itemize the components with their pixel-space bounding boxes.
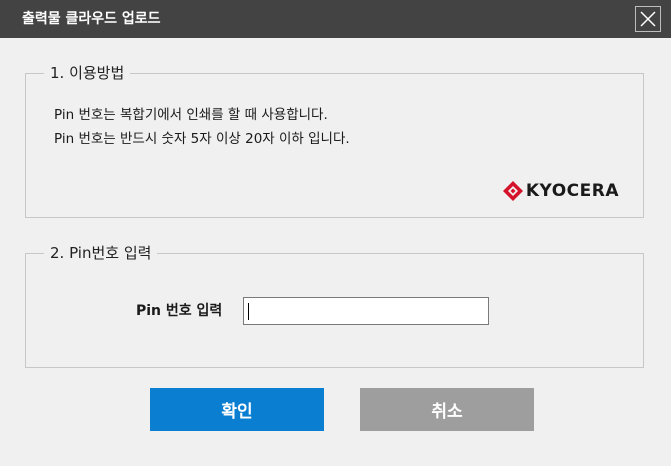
logo-text: KYOCERA <box>525 181 619 201</box>
close-button[interactable] <box>635 6 661 32</box>
pin-legend: 2. Pin번호 입력 <box>44 242 158 264</box>
window-title: 출력물 클라우드 업로드 <box>22 11 161 27</box>
pin-groupbox: 2. Pin번호 입력 Pin 번호 입력 <box>25 242 644 368</box>
usage-info-line: Pin 번호는 반드시 숫자 5자 이상 20자 이하 입니다. <box>54 131 350 147</box>
kyocera-logo: KYOCERA <box>502 180 619 202</box>
close-icon <box>635 6 661 32</box>
usage-info-line: Pin 번호는 복합기에서 인쇄를 할 때 사용합니다. <box>54 107 328 123</box>
cancel-button[interactable]: 취소 <box>360 388 534 431</box>
usage-groupbox: 1. 이용방법 Pin 번호는 복합기에서 인쇄를 할 때 사용합니다. Pin… <box>25 62 644 218</box>
pin-label: Pin 번호 입력 <box>136 303 223 319</box>
pin-input[interactable] <box>243 297 489 325</box>
upload-dialog: 출력물 클라우드 업로드 1. 이용방법 Pin 번호는 복합기에서 인쇄를 할… <box>0 0 671 466</box>
text-caret <box>248 303 249 320</box>
title-bar: 출력물 클라우드 업로드 <box>0 0 671 38</box>
usage-legend: 1. 이용방법 <box>44 62 131 84</box>
ok-button[interactable]: 확인 <box>150 388 324 431</box>
kyocera-logo-mark-icon <box>502 181 523 201</box>
